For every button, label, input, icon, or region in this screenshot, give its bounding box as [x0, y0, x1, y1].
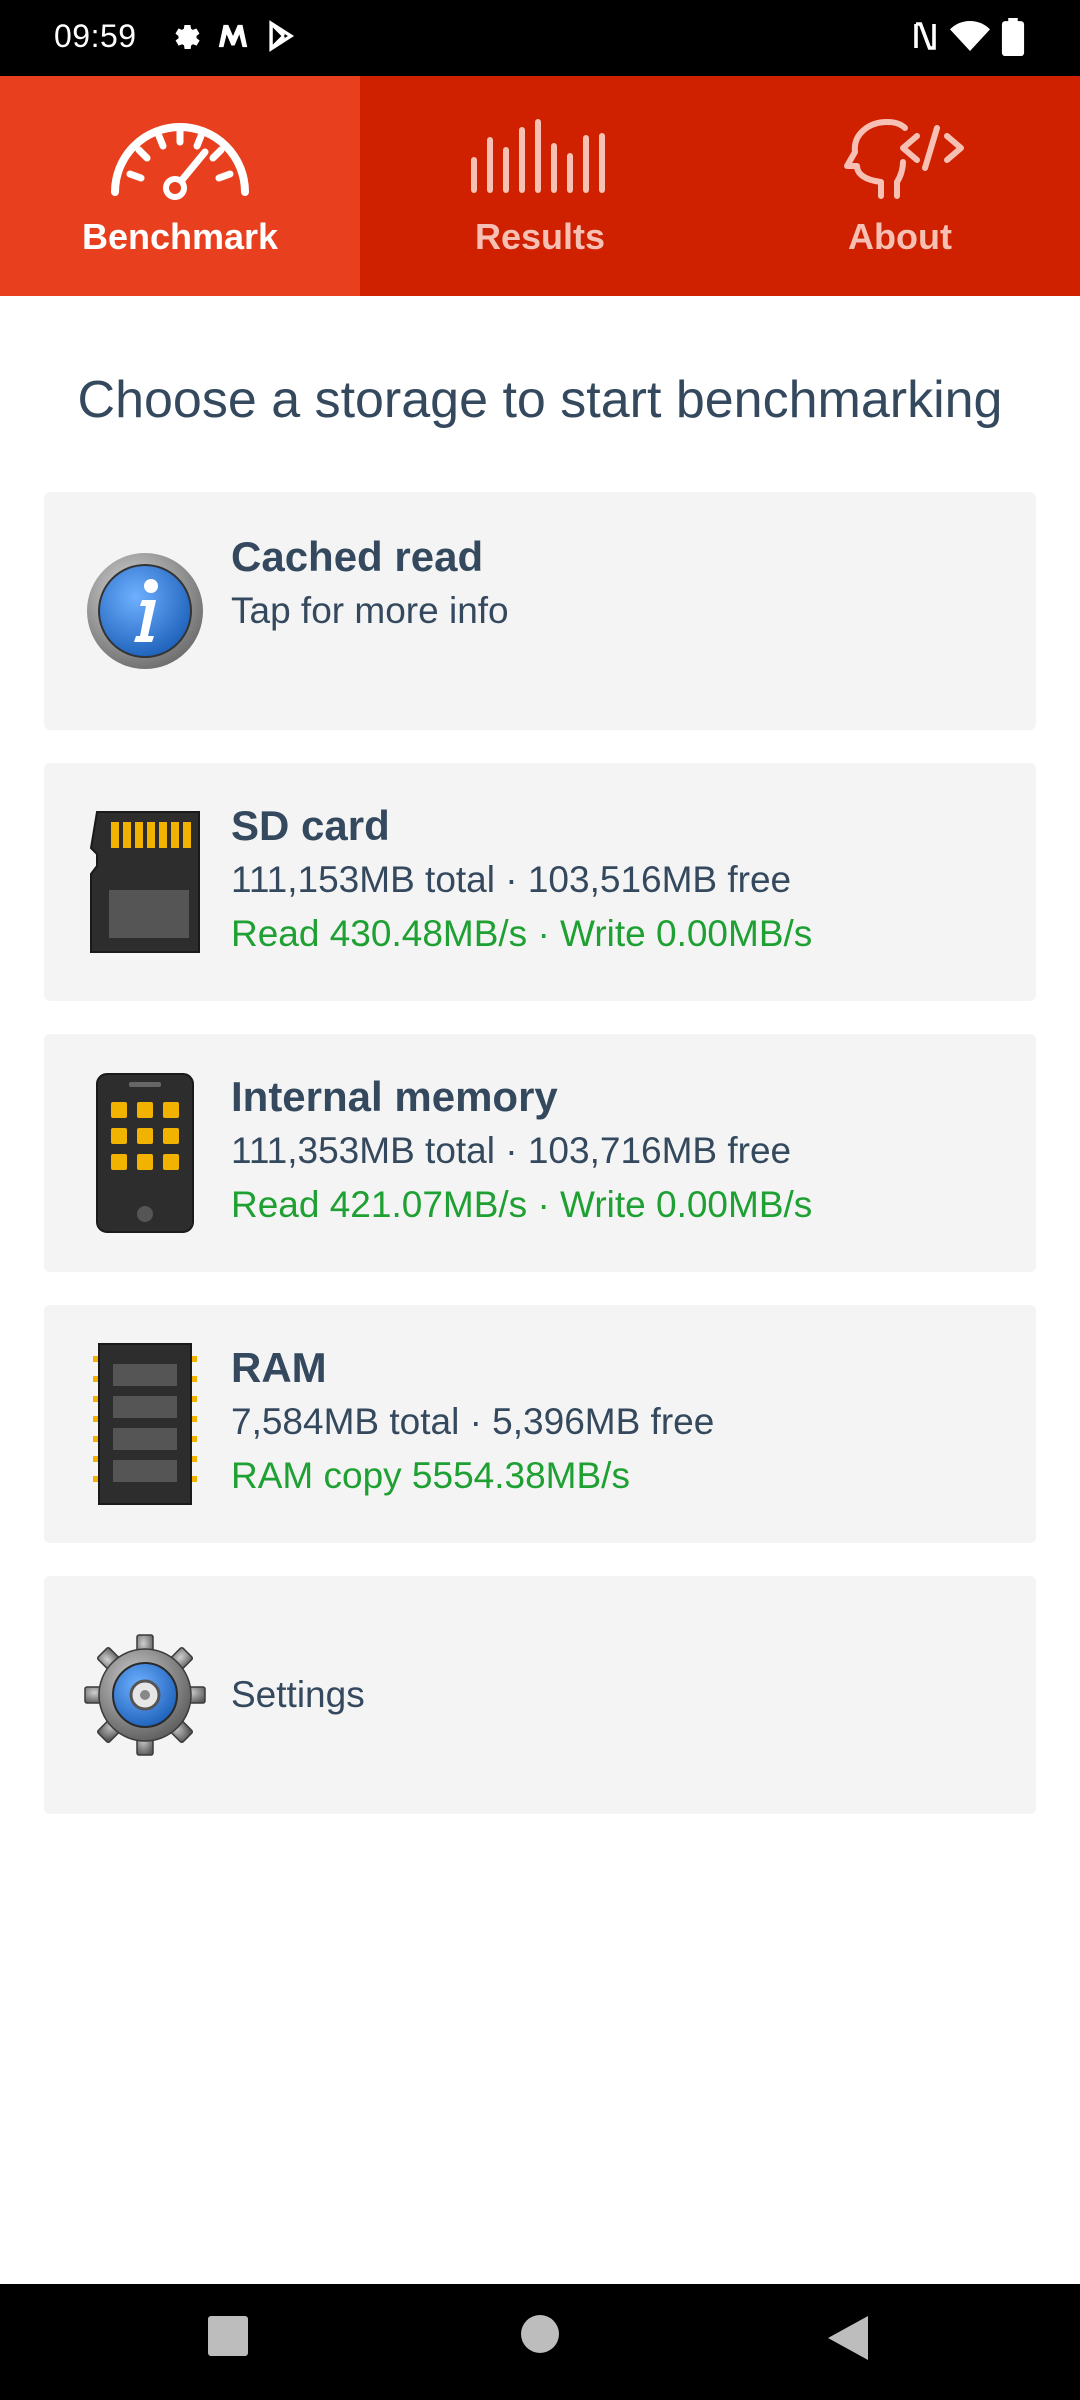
bars-icon — [471, 119, 605, 193]
card-settings-label: Settings — [231, 1674, 365, 1715]
nfc-icon — [914, 22, 936, 50]
info-icon — [80, 546, 210, 676]
tab-results[interactable]: Results — [360, 76, 720, 296]
nav-bar — [0, 2284, 1080, 2400]
speedometer-icon — [111, 123, 249, 200]
tab-results-label: Results — [474, 216, 606, 257]
home-icon[interactable] — [520, 2314, 560, 2354]
sd-card-icon — [80, 811, 210, 953]
back-icon[interactable] — [826, 2314, 870, 2362]
tab-benchmark[interactable]: Benchmark — [0, 76, 360, 296]
card-sd-card-speed: Read 430.48MB/s · Write 0.00MB/s — [231, 913, 813, 954]
play-store-icon — [269, 20, 295, 52]
screen: 09:59 Benchmark Results About Choose a s… — [0, 0, 1080, 2400]
page-heading: Choose a storage to start benchmarking — [77, 371, 1003, 429]
status-bar: 09:59 — [0, 0, 1080, 76]
tab-benchmark-label: Benchmark — [81, 216, 279, 257]
card-internal-memory[interactable]: Internal memory 111,353MB total · 103,71… — [44, 1034, 1036, 1272]
wifi-icon — [950, 21, 990, 51]
card-internal-memory-capacity: 111,353MB total · 103,716MB free — [231, 1130, 792, 1171]
card-sd-card-capacity: 111,153MB total · 103,516MB free — [231, 859, 792, 900]
battery-icon — [1001, 18, 1025, 56]
tab-about[interactable]: About — [720, 76, 1080, 296]
card-internal-memory-speed: Read 421.07MB/s · Write 0.00MB/s — [231, 1184, 813, 1225]
head-code-icon — [844, 119, 964, 199]
card-ram[interactable]: RAM 7,584MB total · 5,396MB free RAM cop… — [44, 1305, 1036, 1543]
gear-icon — [80, 1630, 210, 1760]
card-ram-capacity: 7,584MB total · 5,396MB free — [231, 1401, 715, 1442]
card-ram-speed: RAM copy 5554.38MB/s — [231, 1455, 630, 1496]
m-logo-icon — [218, 24, 248, 48]
card-internal-memory-title: Internal memory — [231, 1073, 558, 1120]
card-cached-read-title: Cached read — [231, 533, 484, 580]
phone-memory-icon — [80, 1073, 210, 1233]
recents-icon[interactable] — [206, 2314, 250, 2358]
card-ram-title: RAM — [231, 1344, 327, 1391]
tab-bar: Benchmark Results About — [0, 76, 1080, 296]
ram-chip-icon — [80, 1343, 210, 1505]
tab-about-label: About — [848, 216, 952, 257]
status-time: 09:59 — [54, 18, 137, 54]
card-sd-card-title: SD card — [231, 802, 390, 849]
card-sd-card[interactable]: SD card 111,153MB total · 103,516MB free… — [44, 763, 1036, 1001]
settings-icon — [175, 25, 200, 50]
card-cached-read[interactable]: Cached read Tap for more info — [44, 492, 1036, 730]
card-cached-read-subtitle: Tap for more info — [231, 590, 509, 631]
card-settings[interactable]: Settings — [44, 1576, 1036, 1814]
